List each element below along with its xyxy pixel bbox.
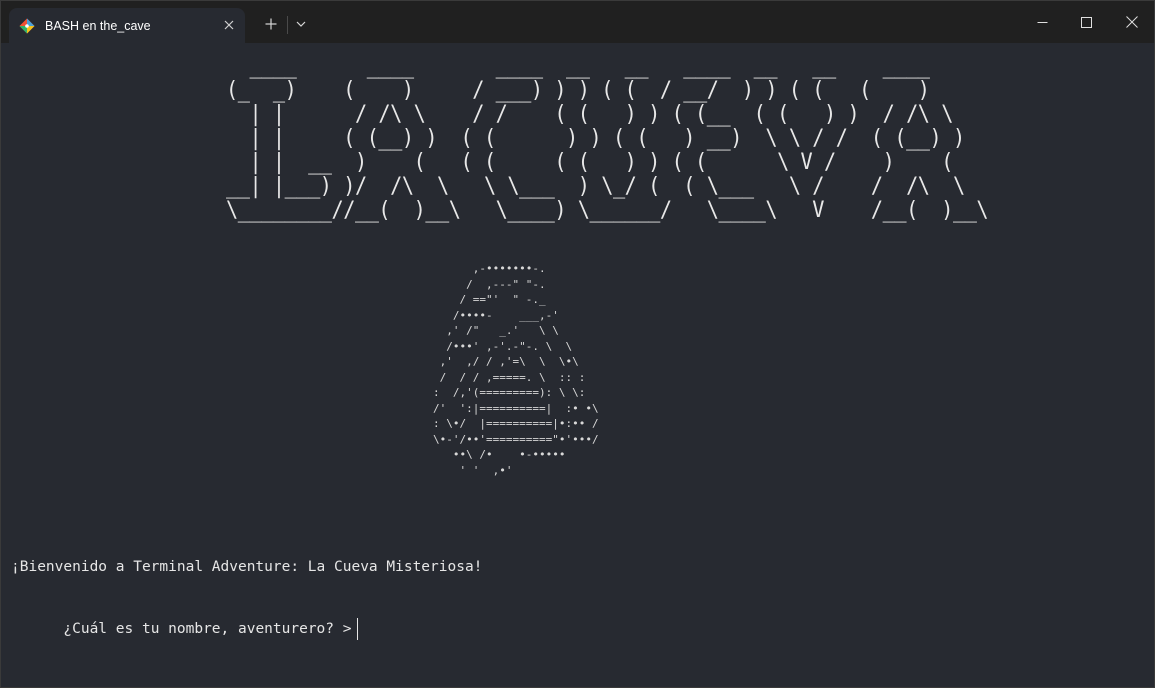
tab-dropdown-button[interactable]	[290, 13, 312, 35]
minimize-icon	[1037, 21, 1047, 23]
git-bash-icon	[19, 18, 35, 34]
terminal-window: BASH en the_cave ____ ____ ____ __ __ __…	[0, 0, 1155, 688]
text-cursor	[357, 618, 359, 640]
minimize-button[interactable]	[1019, 1, 1065, 43]
toolbar-divider	[287, 16, 288, 34]
tab-title: BASH en the_cave	[45, 18, 151, 33]
tab-close-icon[interactable]	[221, 17, 237, 33]
title-bar: BASH en the_cave	[1, 1, 1154, 43]
ascii-cave-art: ,-•••••••-. / ,---" "-. / =="' " -._ /••…	[433, 262, 599, 477]
ascii-title-la-cueva: ____ ____ ____ __ __ ____ __ __ ____ (_ …	[226, 54, 989, 223]
tab-bash-the-cave[interactable]: BASH en the_cave	[9, 8, 245, 43]
plus-icon	[265, 18, 277, 30]
prompt-line[interactable]: ¿Cuál es tu nombre, aventurero? >	[11, 602, 359, 656]
close-window-button[interactable]	[1109, 1, 1154, 43]
prompt-text: ¿Cuál es tu nombre, aventurero? >	[63, 621, 352, 637]
welcome-message: ¡Bienvenido a Terminal Adventure: La Cue…	[11, 559, 483, 575]
terminal-area[interactable]: ____ ____ ____ __ __ ____ __ __ ____ (_ …	[1, 43, 1154, 687]
maximize-button[interactable]	[1063, 1, 1109, 43]
maximize-icon	[1080, 16, 1092, 28]
new-tab-button[interactable]	[260, 13, 282, 35]
close-icon	[1126, 16, 1138, 28]
chevron-down-icon	[296, 21, 306, 27]
